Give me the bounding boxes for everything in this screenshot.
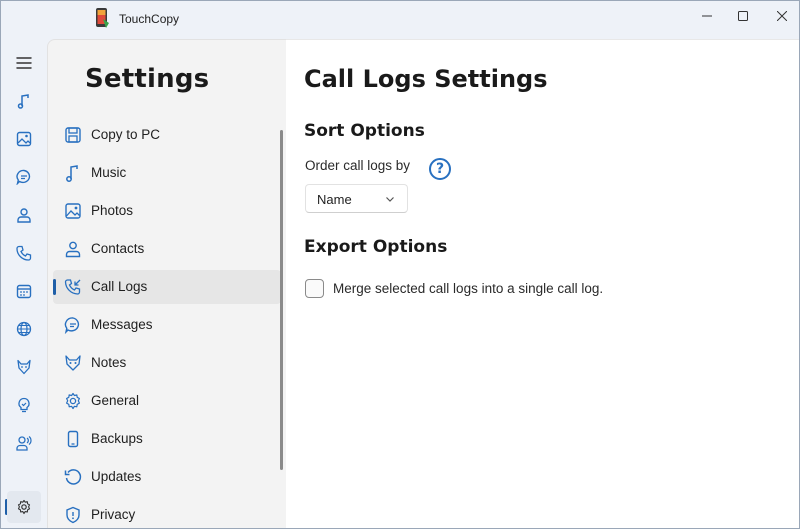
nav-item-label: Privacy (91, 507, 136, 522)
copy-to-pc-icon (63, 125, 83, 145)
phone-icon (63, 429, 83, 449)
nav-scrollbar[interactable] (280, 130, 283, 470)
export-options-heading: Export Options (304, 237, 448, 257)
nav-item-notes[interactable]: Notes (53, 346, 281, 380)
nav-item-label: Backups (91, 431, 143, 446)
touchcopy-logo-icon (94, 7, 112, 29)
nav-item-label: Messages (91, 317, 153, 332)
settings-gear-icon[interactable] (7, 491, 41, 523)
close-button[interactable] (763, 1, 799, 31)
chevron-down-icon (385, 194, 395, 204)
nav-item-general[interactable]: General (53, 384, 281, 418)
merge-call-logs-option[interactable]: Merge selected call logs into a single c… (305, 277, 603, 299)
tips-icon[interactable] (7, 389, 41, 421)
nav-item-label: Notes (91, 355, 127, 370)
maximize-button[interactable] (724, 1, 762, 31)
help-question-icon[interactable]: ? (429, 158, 451, 180)
sort-options-heading: Sort Options (304, 121, 425, 141)
title-bar: TouchCopy (1, 1, 799, 39)
messages-icon[interactable] (7, 161, 41, 193)
nav-item-music[interactable]: Music (53, 156, 281, 190)
nav-item-backups[interactable]: Backups (53, 422, 281, 456)
call-logs-icon[interactable] (7, 237, 41, 269)
app-window: TouchCopy Settings Copy to PC Music Phot… (0, 0, 800, 529)
nav-item-label: Copy to PC (91, 127, 161, 142)
nav-item-copy-to-pc[interactable]: Copy to PC (53, 118, 281, 152)
order-by-dropdown[interactable]: Name (305, 184, 408, 213)
refresh-icon (63, 467, 83, 487)
music-icon (63, 163, 83, 183)
nav-item-label: General (91, 393, 140, 408)
nav-item-call-logs[interactable]: Call Logs (53, 270, 281, 304)
nav-item-label: Updates (91, 469, 142, 484)
nav-item-messages[interactable]: Messages (53, 308, 281, 342)
nav-item-photos[interactable]: Photos (53, 194, 281, 228)
order-by-value: Name (317, 192, 352, 207)
nav-item-label: Call Logs (91, 279, 148, 294)
contacts-icon (63, 239, 83, 259)
nav-selected-indicator (53, 279, 56, 295)
content-area: Call Logs Settings Sort Options Order ca… (286, 39, 799, 528)
merge-call-logs-checkbox[interactable] (305, 278, 324, 298)
notes-icon (63, 353, 83, 373)
contacts-icon[interactable] (7, 199, 41, 231)
app-title: TouchCopy (119, 12, 180, 26)
call-logs-icon (63, 277, 83, 297)
notes-icon[interactable] (7, 351, 41, 383)
hamburger-menu-icon[interactable] (7, 47, 41, 79)
nav-item-updates[interactable]: Updates (53, 460, 281, 494)
nav-item-label: Music (91, 165, 127, 180)
merge-call-logs-label: Merge selected call logs into a single c… (333, 280, 604, 296)
music-icon[interactable] (7, 85, 41, 117)
internet-icon[interactable] (7, 313, 41, 345)
shield-icon (63, 505, 83, 525)
voice-icon[interactable] (7, 427, 41, 459)
nav-item-label: Contacts (91, 241, 145, 256)
nav-item-privacy[interactable]: Privacy (53, 498, 281, 528)
messages-icon (63, 315, 83, 335)
photos-icon[interactable] (7, 123, 41, 155)
settings-title: Settings (85, 64, 210, 94)
gear-icon (63, 391, 83, 411)
page-title: Call Logs Settings (304, 65, 548, 93)
order-call-logs-label: Order call logs by (305, 158, 411, 173)
nav-item-contacts[interactable]: Contacts (53, 232, 281, 266)
photos-icon (63, 201, 83, 221)
icon-rail (1, 39, 47, 528)
calendar-icon[interactable] (7, 275, 41, 307)
nav-item-label: Photos (91, 203, 134, 218)
settings-nav-panel: Settings Copy to PC Music Photos Contact… (47, 39, 286, 528)
minimize-button[interactable] (688, 1, 726, 31)
